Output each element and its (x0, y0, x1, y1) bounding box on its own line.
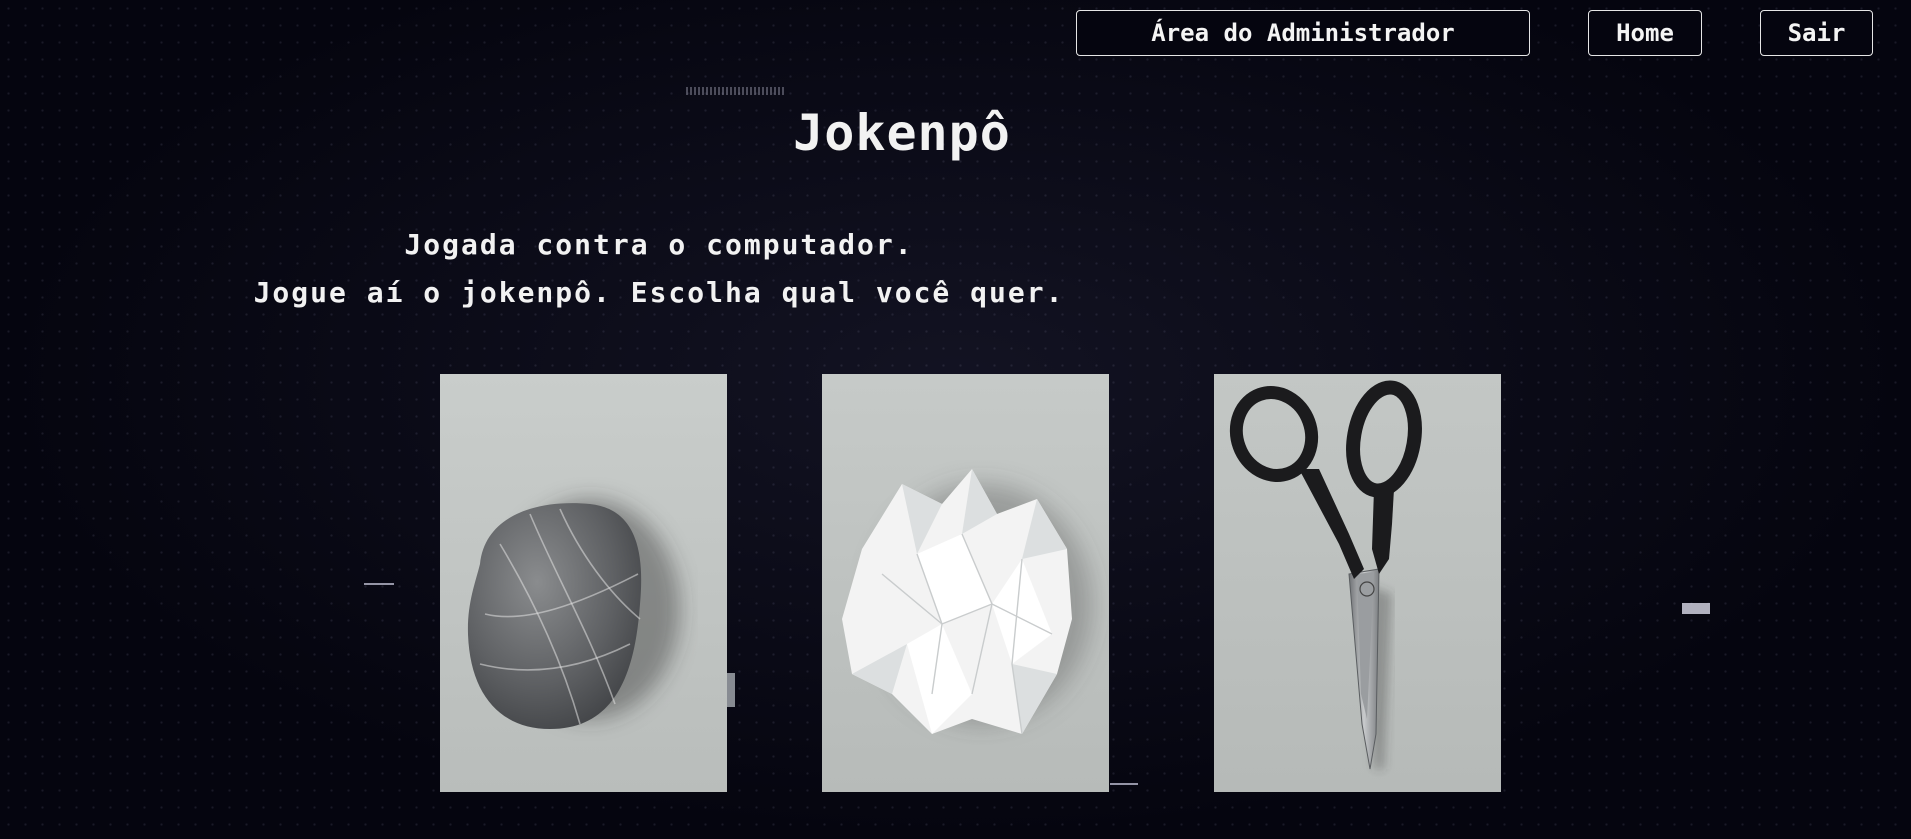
glitch-dash (1682, 603, 1710, 614)
logout-button[interactable]: Sair (1760, 10, 1873, 56)
admin-area-button[interactable]: Área do Administrador (1076, 10, 1530, 56)
subtitle-line-2: Jogue aí o jokenpô. Escolha qual você qu… (253, 276, 1065, 309)
page-title: Jokenpô (793, 104, 1011, 162)
glitch-dash (1110, 783, 1138, 785)
scissors-image (1214, 374, 1501, 792)
page: Área do Administrador Home Sair Jokenpô … (0, 0, 1911, 839)
paper-choice-card[interactable] (822, 374, 1109, 792)
rock-choice-card[interactable] (440, 374, 727, 792)
home-button[interactable]: Home (1588, 10, 1702, 56)
glitch-bar (686, 87, 786, 95)
rock-image (440, 374, 727, 792)
scissors-choice-card[interactable] (1214, 374, 1501, 792)
subtitle-line-1: Jogada contra o computador. (404, 228, 914, 261)
glitch-dash (364, 583, 394, 585)
crumpled-paper-image (822, 374, 1109, 792)
glitch-dash (727, 673, 735, 707)
